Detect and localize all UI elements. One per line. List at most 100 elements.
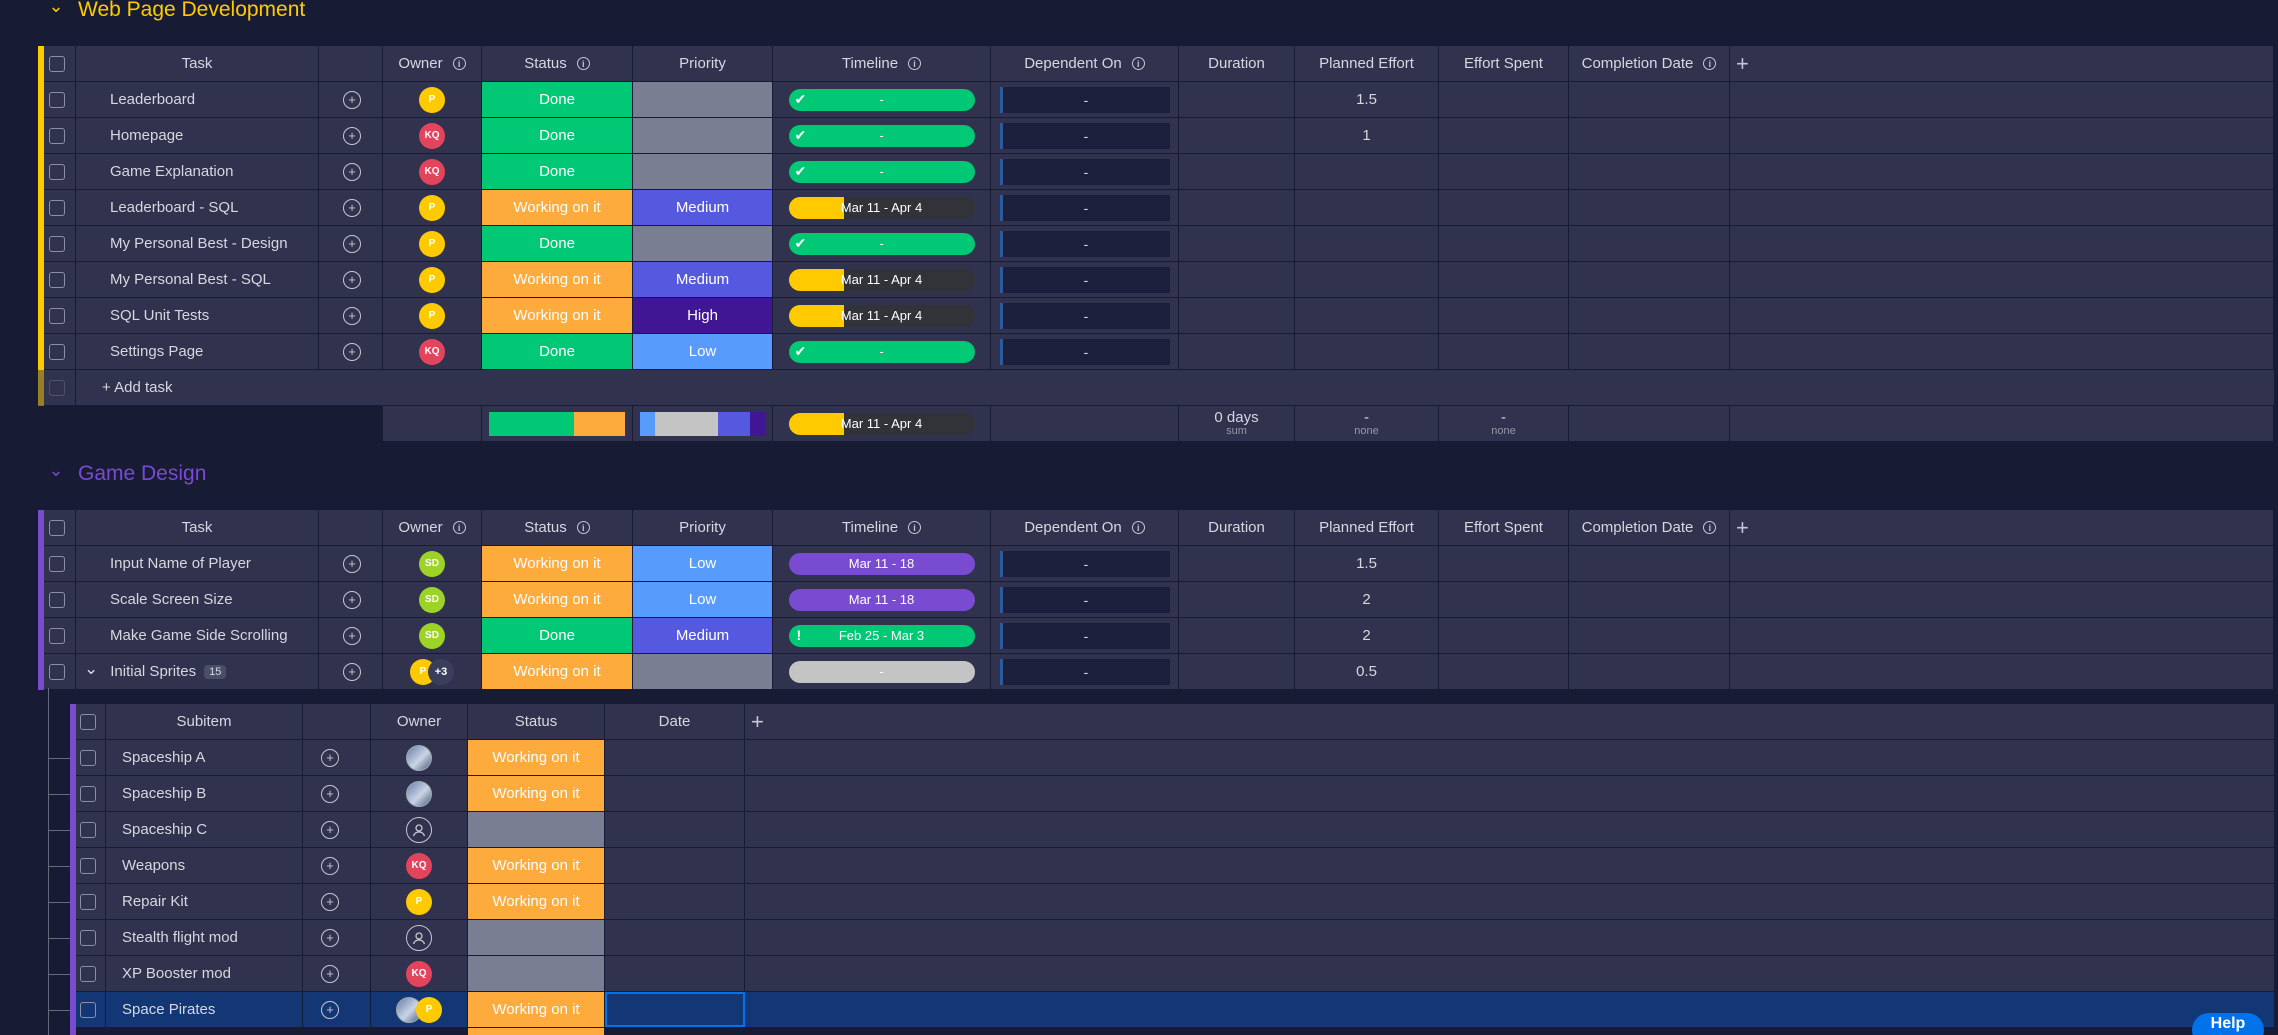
header-duration[interactable]: Duration: [1179, 46, 1295, 81]
cell-check[interactable]: [38, 154, 76, 189]
table-row[interactable]: Leaderboard + P Done ✔ - -1.5: [38, 82, 2274, 118]
row-checkbox[interactable]: [48, 343, 65, 360]
owner-avatar[interactable]: P: [419, 302, 445, 329]
subcell-add[interactable]: [745, 920, 2274, 955]
status-label[interactable]: Done: [539, 343, 575, 360]
dependency-field[interactable]: -: [999, 658, 1170, 685]
subitem-count-badge[interactable]: 15: [204, 664, 227, 679]
info-icon[interactable]: i: [1703, 521, 1717, 534]
row-checkbox[interactable]: [48, 199, 65, 216]
subcell-date[interactable]: [605, 920, 745, 955]
cell-planned-effort[interactable]: [1295, 298, 1439, 333]
cell-add[interactable]: [1730, 262, 2274, 297]
add-update-icon[interactable]: +: [343, 554, 361, 573]
subcell-add[interactable]: [745, 740, 2274, 775]
dependency-field[interactable]: -: [999, 230, 1170, 257]
row-checkbox[interactable]: [48, 127, 65, 144]
subitem-name[interactable]: Spaceship B: [122, 785, 206, 802]
cell-completion-date[interactable]: [1569, 118, 1730, 153]
planned-effort-value[interactable]: 1.5: [1356, 91, 1377, 108]
table-row[interactable]: SQL Unit Tests + P Working on it High Mar 11 …: [38, 298, 2274, 334]
cell-owner[interactable]: SD: [383, 582, 482, 617]
subcell-subitem[interactable]: Weapons: [106, 848, 303, 883]
row-checkbox[interactable]: [79, 1001, 96, 1018]
task-name[interactable]: Settings Page: [110, 343, 203, 360]
task-name[interactable]: Input Name of Player: [110, 555, 251, 572]
status-label[interactable]: Done: [539, 163, 575, 180]
cell-owner[interactable]: SD: [383, 618, 482, 653]
add-update-icon[interactable]: +: [321, 892, 339, 911]
subcell-conv[interactable]: +: [303, 848, 371, 883]
table-row[interactable]: My Personal Best - SQL + P Working on it Med…: [38, 262, 2274, 298]
subitem-row[interactable]: Spaceship C +: [70, 812, 2274, 848]
row-checkbox[interactable]: [79, 785, 96, 802]
header-add[interactable]: +: [1730, 46, 2274, 81]
header-timeline[interactable]: Timeline i: [773, 46, 991, 81]
cell-planned-effort[interactable]: 2: [1295, 618, 1439, 653]
timeline-summary-bar[interactable]: Mar 11 - Apr 4: [788, 412, 975, 435]
cell-add[interactable]: [1730, 154, 2274, 189]
task-name[interactable]: Make Game Side Scrolling: [110, 627, 288, 644]
status-label[interactable]: Done: [539, 627, 575, 644]
subcell-subitem[interactable]: Stealth flight mod: [106, 920, 303, 955]
task-name[interactable]: Leaderboard: [110, 91, 195, 108]
add-task-label[interactable]: + Add task: [102, 379, 172, 396]
select-all-checkbox[interactable]: [79, 713, 96, 730]
add-update-icon[interactable]: +: [321, 928, 339, 947]
cell-add[interactable]: [1730, 190, 2274, 225]
subcell-add[interactable]: [745, 812, 2274, 847]
cell-planned-effort[interactable]: [1295, 226, 1439, 261]
row-checkbox[interactable]: [48, 307, 65, 324]
cell-task[interactable]: My Personal Best - SQL: [76, 262, 319, 297]
info-icon[interactable]: i: [1131, 521, 1145, 534]
subitem-row[interactable]: Weapons + KQ Working on it: [70, 848, 2274, 884]
cell-add[interactable]: [1730, 546, 2274, 581]
subitem-name[interactable]: Space Pirates: [122, 1001, 215, 1018]
row-checkbox[interactable]: [79, 749, 96, 766]
chevron-down-icon[interactable]: ⌄: [48, 0, 64, 17]
row-checkbox[interactable]: [48, 163, 65, 180]
cell-priority[interactable]: [633, 654, 773, 689]
cell-check[interactable]: [38, 618, 76, 653]
subheader-add[interactable]: +: [745, 704, 2274, 739]
cell-check[interactable]: [38, 82, 76, 117]
status-label[interactable]: Working on it: [513, 271, 600, 288]
cell-dependent-on[interactable]: -: [991, 154, 1179, 189]
cell-conv[interactable]: +: [319, 334, 383, 369]
group-header[interactable]: ⌄ Web Page Development: [48, 0, 305, 26]
cell-effort-spent[interactable]: [1439, 654, 1569, 689]
planned-effort-value[interactable]: 1.5: [1356, 555, 1377, 572]
status-label[interactable]: Working on it: [492, 857, 579, 874]
cell-check[interactable]: [38, 334, 76, 369]
cell-dependent-on[interactable]: -: [991, 618, 1179, 653]
table-row[interactable]: Scale Screen Size + SD Working on it Low Mar …: [38, 582, 2274, 618]
planned-effort-value[interactable]: 0.5: [1356, 663, 1377, 680]
timeline-bar[interactable]: Mar 11 - Apr 4: [788, 196, 975, 219]
cell-add[interactable]: [1730, 298, 2274, 333]
priority-label[interactable]: Medium: [676, 271, 729, 288]
cell-task[interactable]: Homepage: [76, 118, 319, 153]
add-column-icon[interactable]: +: [1736, 51, 1749, 77]
timeline-bar[interactable]: ! Feb 25 - Mar 3: [788, 624, 975, 647]
subcell-subitem[interactable]: Spaceship B: [106, 776, 303, 811]
status-label[interactable]: Working on it: [513, 591, 600, 608]
cell-completion-date[interactable]: [1569, 82, 1730, 117]
subheader-status[interactable]: Status: [468, 704, 605, 739]
subcell-subitem[interactable]: Spaceship A: [106, 740, 303, 775]
header-priority[interactable]: Priority: [633, 46, 773, 81]
task-name[interactable]: Scale Screen Size: [110, 591, 233, 608]
timeline-bar[interactable]: ✔ -: [788, 88, 975, 111]
dependency-field[interactable]: -: [999, 302, 1170, 329]
add-update-icon[interactable]: +: [343, 198, 361, 217]
owner-avatar[interactable]: P: [419, 86, 445, 113]
subitem-row[interactable]: Spaceship B + Working on it: [70, 776, 2274, 812]
owner-avatar[interactable]: KQ: [419, 338, 445, 365]
cell-conv[interactable]: +: [319, 226, 383, 261]
cell-owner[interactable]: KQ: [383, 118, 482, 153]
add-update-icon[interactable]: +: [343, 126, 361, 145]
subcell-owner[interactable]: P: [371, 884, 468, 919]
cell-completion-date[interactable]: [1569, 334, 1730, 369]
owner-avatar[interactable]: P: [406, 888, 432, 915]
subcell-date[interactable]: [605, 740, 745, 775]
cell-status[interactable]: Working on it: [482, 654, 633, 689]
